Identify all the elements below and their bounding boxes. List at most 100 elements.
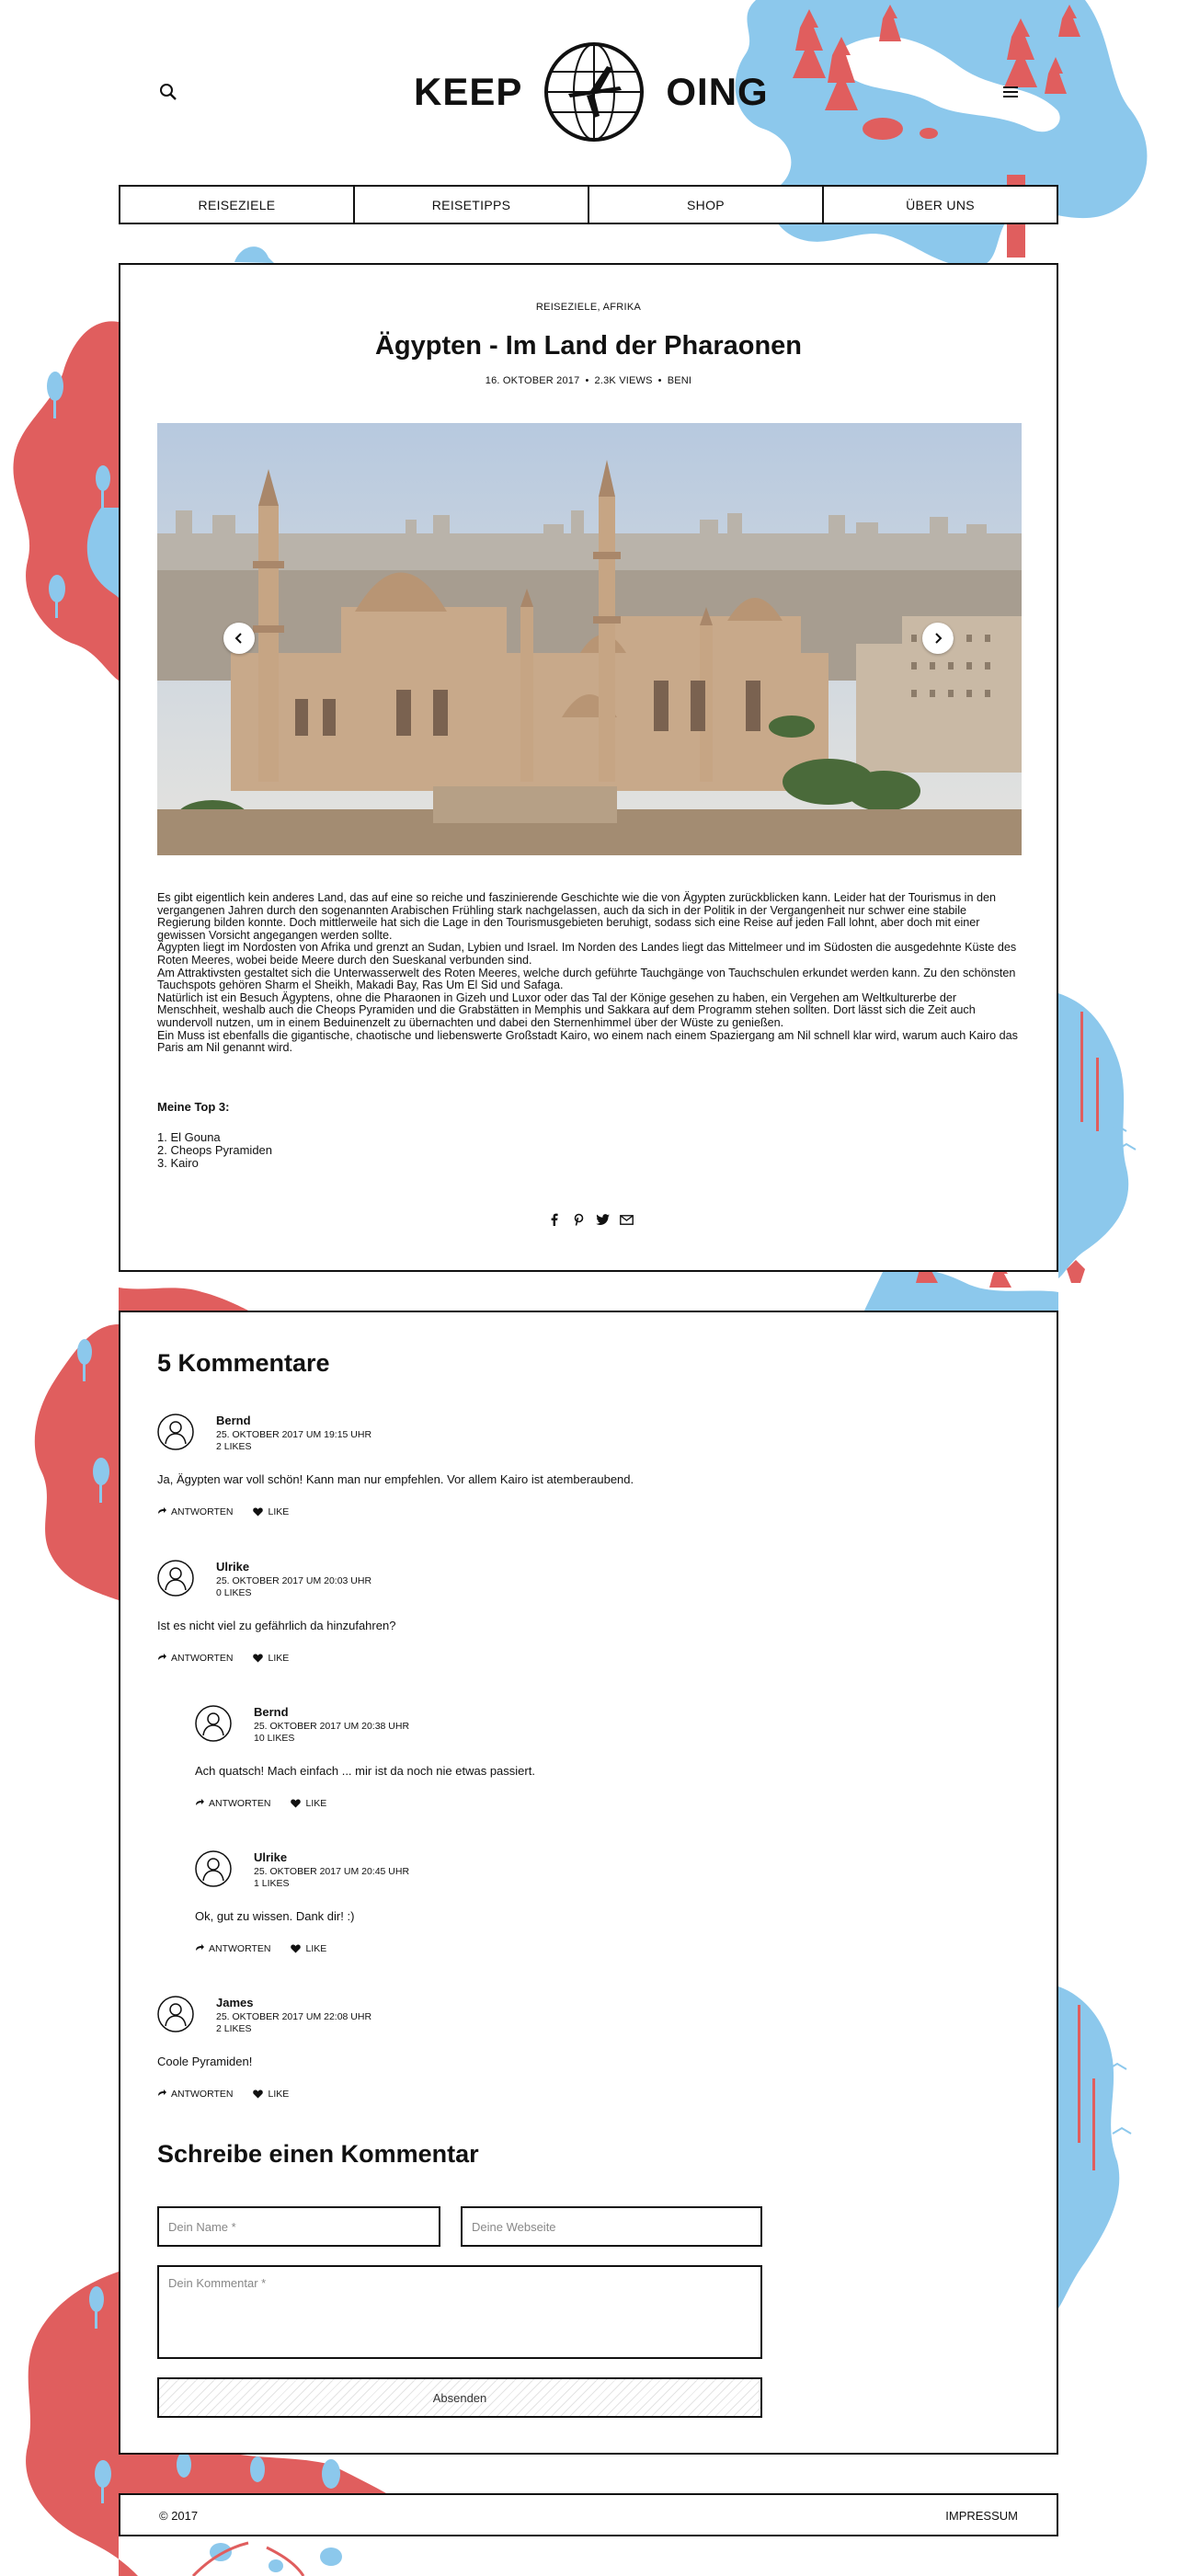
- article-categories[interactable]: REISEZIELE, AFRIKA: [120, 302, 1057, 313]
- avatar-icon: [157, 1414, 194, 1450]
- article-body: Es gibt eigentlich kein anderes Land, da…: [157, 891, 1022, 1055]
- like-label: LIKE: [305, 1943, 327, 1954]
- heart-icon: [291, 1944, 302, 1953]
- comment-date: 25. OKTOBER 2017 UM 20:45 UHR: [254, 1866, 410, 1877]
- like-button[interactable]: LIKE: [253, 2089, 289, 2100]
- article-meta: 16. OKTOBER 2017 • 2.3K VIEWS • BENI: [120, 375, 1057, 386]
- hamburger-menu-icon[interactable]: [1000, 81, 1022, 103]
- logo-text-left: KEEP: [414, 70, 523, 113]
- main-navigation: REISEZIELE REISETIPPS SHOP ÜBER UNS: [119, 185, 1058, 224]
- article-paragraph: Ein Muss ist ebenfalls die gigantische, …: [157, 1028, 1018, 1055]
- reply-button[interactable]: ANTWORTEN: [157, 1506, 233, 1517]
- pinterest-icon[interactable]: [571, 1212, 586, 1227]
- website-input[interactable]: [461, 2206, 762, 2247]
- reply-button[interactable]: ANTWORTEN: [195, 1943, 270, 1954]
- reply-button[interactable]: ANTWORTEN: [157, 1653, 233, 1664]
- comment-date: 25. OKTOBER 2017 UM 19:15 UHR: [216, 1429, 372, 1440]
- reply-icon: [196, 1799, 204, 1805]
- top3-list: 1. El Gouna 2. Cheops Pyramiden 3. Kairo: [157, 1131, 272, 1170]
- like-label: LIKE: [305, 1798, 327, 1809]
- facebook-icon[interactable]: [547, 1212, 562, 1227]
- chevron-right-icon: [935, 633, 943, 644]
- reply-label: ANTWORTEN: [171, 1653, 234, 1664]
- like-button[interactable]: LIKE: [253, 1653, 289, 1664]
- article-paragraph: Es gibt eigentlich kein anderes Land, da…: [157, 891, 996, 942]
- comment-author[interactable]: Bernd: [254, 1705, 289, 1719]
- image-gallery: [157, 423, 1022, 855]
- heart-icon: [291, 1799, 302, 1808]
- comment-text: Ach quatsch! Mach einfach ... mir ist da…: [195, 1764, 535, 1778]
- mail-icon[interactable]: [619, 1212, 634, 1227]
- article-paragraph: Am Attraktivsten gestaltet sich die Unte…: [157, 966, 1016, 992]
- reply-label: ANTWORTEN: [171, 2089, 234, 2100]
- like-label: LIKE: [268, 2089, 290, 2100]
- search-icon[interactable]: [157, 81, 179, 103]
- comment-author[interactable]: James: [216, 1996, 253, 2009]
- avatar-icon: [157, 1996, 194, 2032]
- comment-author[interactable]: Ulrike: [216, 1560, 249, 1574]
- submit-button[interactable]: Absenden: [157, 2377, 762, 2418]
- comment-likes: 2 LIKES: [216, 1441, 252, 1452]
- reply-icon: [158, 1654, 166, 1660]
- heart-icon: [253, 2089, 264, 2099]
- comment-date: 25. OKTOBER 2017 UM 22:08 UHR: [216, 2011, 372, 2022]
- nav-item-shop[interactable]: SHOP: [589, 187, 824, 223]
- gallery-prev-button[interactable]: [223, 623, 255, 654]
- comment-author[interactable]: Ulrike: [254, 1850, 287, 1864]
- site-header: KEEP OING: [0, 0, 1177, 184]
- reply-icon: [196, 1944, 204, 1951]
- avatar-icon: [195, 1850, 232, 1887]
- meta-separator: •: [585, 375, 589, 386]
- list-item: 3. Kairo: [157, 1156, 199, 1170]
- article-views: 2.3K VIEWS: [594, 375, 653, 386]
- logo-text-right: OING: [666, 70, 769, 113]
- comment-likes: 0 LIKES: [216, 1587, 252, 1598]
- list-item: 2. Cheops Pyramiden: [157, 1143, 273, 1157]
- copyright-text: © 2017: [159, 2509, 199, 2523]
- site-logo[interactable]: KEEP OING: [414, 40, 769, 143]
- comment-form-title: Schreibe einen Kommentar: [157, 2140, 479, 2168]
- reply-icon: [158, 2089, 166, 2096]
- cairo-mosque-photo: [157, 423, 1022, 855]
- imprint-link[interactable]: IMPRESSUM: [945, 2509, 1018, 2523]
- comment-author[interactable]: Bernd: [216, 1414, 251, 1427]
- comment-actions: ANTWORTEN LIKE: [157, 2089, 289, 2100]
- reply-label: ANTWORTEN: [209, 1943, 271, 1954]
- comment-text: Ja, Ägypten war voll schön! Kann man nur…: [157, 1472, 634, 1486]
- comment-textarea[interactable]: [157, 2265, 762, 2359]
- heart-icon: [253, 1507, 264, 1517]
- comment-likes: 2 LIKES: [216, 2023, 252, 2034]
- like-button[interactable]: LIKE: [253, 1506, 289, 1517]
- article-author[interactable]: BENI: [668, 375, 691, 386]
- list-item: 1. El Gouna: [157, 1130, 221, 1144]
- comment-likes: 10 LIKES: [254, 1733, 295, 1744]
- comment-date: 25. OKTOBER 2017 UM 20:38 UHR: [254, 1721, 410, 1732]
- avatar-icon: [157, 1560, 194, 1597]
- comment-text: Ist es nicht viel zu gefährlich da hinzu…: [157, 1619, 396, 1632]
- nav-item-reisetipps[interactable]: REISETIPPS: [355, 187, 589, 223]
- site-footer: © 2017 IMPRESSUM: [119, 2493, 1058, 2536]
- gallery-next-button[interactable]: [922, 623, 954, 654]
- reply-label: ANTWORTEN: [209, 1798, 271, 1809]
- comment-text: Coole Pyramiden!: [157, 2055, 253, 2068]
- like-label: LIKE: [268, 1653, 290, 1664]
- article-date: 16. OKTOBER 2017: [485, 375, 580, 386]
- nav-item-ueber-uns[interactable]: ÜBER UNS: [824, 187, 1057, 223]
- comment-likes: 1 LIKES: [254, 1878, 290, 1889]
- name-input[interactable]: [157, 2206, 440, 2247]
- nav-item-reiseziele[interactable]: REISEZIELE: [120, 187, 355, 223]
- article-paragraph: Ägypten liegt im Nordosten von Afrika un…: [157, 941, 1017, 967]
- comment-actions: ANTWORTEN LIKE: [157, 1506, 289, 1517]
- chevron-left-icon: [234, 633, 242, 644]
- reply-button[interactable]: ANTWORTEN: [195, 1798, 270, 1809]
- comment-date: 25. OKTOBER 2017 UM 20:03 UHR: [216, 1575, 372, 1586]
- share-bar: [547, 1212, 634, 1227]
- article-paragraph: Natürlich ist ein Besuch Ägyptens, ohne …: [157, 990, 976, 1029]
- article-card: REISEZIELE, AFRIKA Ägypten - Im Land der…: [119, 263, 1058, 1272]
- reply-label: ANTWORTEN: [171, 1506, 234, 1517]
- like-button[interactable]: LIKE: [291, 1943, 326, 1954]
- reply-button[interactable]: ANTWORTEN: [157, 2089, 233, 2100]
- like-button[interactable]: LIKE: [291, 1798, 326, 1809]
- comments-heading: 5 Kommentare: [157, 1349, 330, 1377]
- twitter-icon[interactable]: [595, 1212, 610, 1227]
